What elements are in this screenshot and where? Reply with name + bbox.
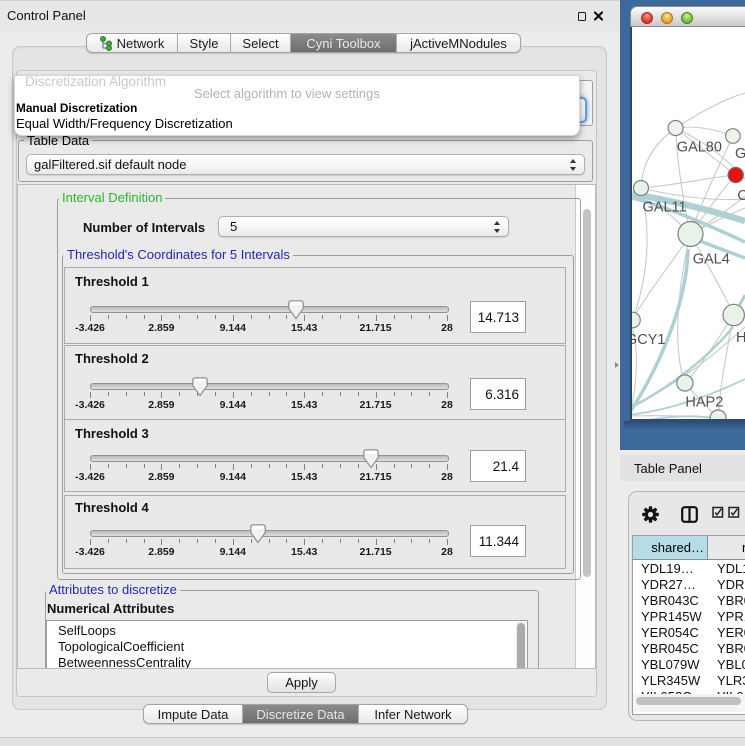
- svg-text:GAL4: GAL4: [693, 251, 730, 267]
- svg-text:HAP2: HAP2: [685, 395, 723, 411]
- svg-text:H: H: [736, 330, 745, 346]
- svg-text:GAL11: GAL11: [643, 200, 687, 216]
- svg-text:C: C: [737, 188, 745, 204]
- svg-text:GA: GA: [735, 146, 745, 162]
- svg-text:GAL80: GAL80: [677, 140, 722, 156]
- svg-text:GCY1: GCY1: [632, 332, 666, 348]
